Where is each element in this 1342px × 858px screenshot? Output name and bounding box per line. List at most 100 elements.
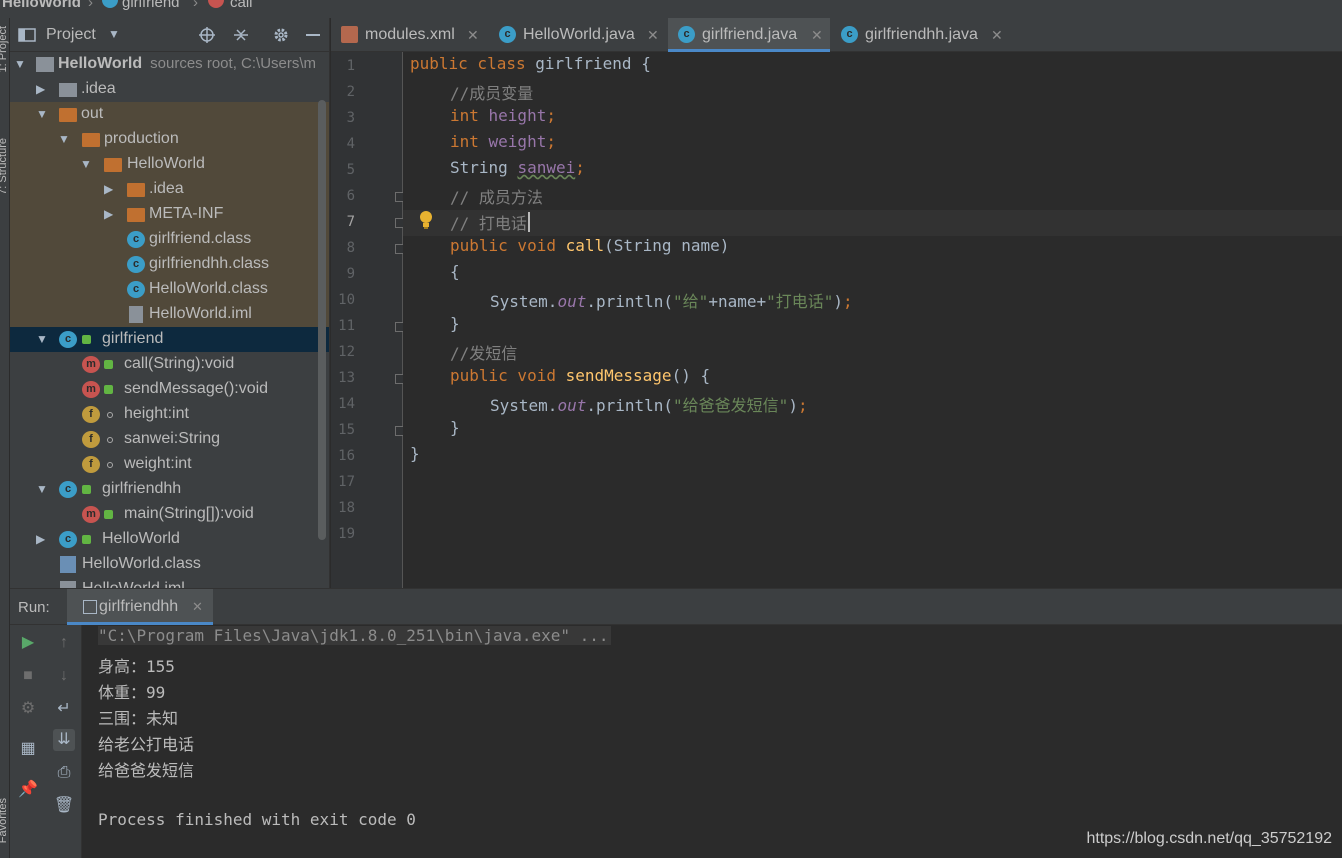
tree-item-label: girlfriend.class — [149, 230, 252, 247]
stop-icon[interactable]: ■ — [17, 665, 39, 687]
tree-item-helloworld-iml-root[interactable]: HelloWorld.iml — [10, 577, 329, 588]
lightbulb-icon[interactable] — [418, 210, 434, 230]
chevron-right-icon[interactable]: ▶ — [36, 532, 48, 546]
tree-item-idea[interactable]: ▶ .idea — [10, 77, 329, 102]
hide-panel-icon[interactable] — [304, 27, 322, 43]
tree-item-helloworld-out[interactable]: ▼ HelloWorld — [10, 152, 329, 177]
tree-item-label: HelloWorld.class — [82, 555, 201, 572]
binary-file-icon — [60, 556, 76, 573]
current-line-highlight — [403, 210, 1342, 236]
tree-item-girlfriend[interactable]: ▼ c girlfriend — [10, 327, 329, 352]
console-line: Process finished with exit code 0 — [98, 810, 416, 829]
chevron-right-icon[interactable]: ▶ — [104, 207, 116, 221]
run-tab-girlfriendhh[interactable]: girlfriendhh ✕ — [67, 589, 213, 625]
tree-item-helloworld-class-root[interactable]: HelloWorld.class — [10, 552, 329, 577]
tree-item-helloworld-class[interactable]: c HelloWorld.class — [10, 277, 329, 302]
chevron-down-icon[interactable]: ▼ — [36, 107, 48, 121]
arrow-up-icon[interactable]: ↑ — [53, 632, 75, 654]
tree-item-production[interactable]: ▼ production — [10, 127, 329, 152]
line-number: 5 — [346, 162, 355, 178]
line-number: 10 — [338, 292, 355, 308]
method-icon: m — [82, 506, 100, 523]
line-number: 14 — [338, 396, 355, 412]
package-private-icon — [107, 412, 113, 418]
tree-item-method-sendmessage[interactable]: m sendMessage():void — [10, 377, 329, 402]
code-line: public void sendMessage() { — [450, 366, 711, 385]
chevron-down-icon[interactable]: ▼ — [58, 132, 70, 146]
tab-modules-xml[interactable]: modules.xml ✕ — [331, 18, 487, 52]
tree-item-girlfriendhh-class[interactable]: c girlfriendhh.class — [10, 252, 329, 277]
tab-helloworld-java[interactable]: c HelloWorld.java ✕ — [489, 18, 665, 52]
tree-item-field-sanwei[interactable]: f sanwei:String — [10, 427, 329, 452]
xml-file-icon — [341, 26, 358, 43]
chevron-down-icon[interactable]: ▼ — [108, 27, 120, 41]
close-icon[interactable]: ✕ — [811, 27, 823, 44]
tree-item-root[interactable]: ▼ HelloWorld sources root, C:\Users\m — [10, 52, 329, 77]
line-number: 11 — [338, 318, 355, 334]
project-panel-header: Project ▼ — [10, 18, 329, 52]
favorites-tool-tab[interactable]: Favorites — [0, 798, 9, 843]
package-private-icon — [107, 437, 113, 443]
tab-girlfriend-java[interactable]: c girlfriend.java ✕ — [668, 18, 830, 52]
tree-item-method-main[interactable]: m main(String[]):void — [10, 502, 329, 527]
lock-icon — [104, 510, 113, 519]
tree-item-helloworld-iml[interactable]: HelloWorld.iml — [10, 302, 329, 327]
chevron-down-icon[interactable]: ▼ — [80, 157, 92, 171]
console-line: 给爸爸发短信 — [98, 761, 195, 780]
tree-item-method-call[interactable]: m call(String):void — [10, 352, 329, 377]
breadcrumb-class[interactable]: girlfriend — [122, 0, 180, 11]
tree-item-girlfriend-class[interactable]: c girlfriend.class — [10, 227, 329, 252]
run-tab-label: girlfriendhh — [99, 598, 179, 615]
tree-item-meta-inf[interactable]: ▶ META-INF — [10, 202, 329, 227]
gear-icon[interactable] — [272, 27, 290, 43]
collapse-all-icon[interactable] — [232, 27, 250, 43]
iml-file-icon — [129, 306, 143, 323]
code-line: // 成员方法 — [450, 188, 543, 207]
layout-icon[interactable]: ▦ — [17, 738, 39, 760]
close-icon[interactable]: ✕ — [647, 27, 659, 44]
soft-wrap-icon[interactable]: ↵ — [53, 698, 75, 720]
locate-icon[interactable] — [198, 27, 216, 43]
tree-item-label: HelloWorld — [102, 530, 180, 547]
arrow-down-icon[interactable]: ↓ — [53, 665, 75, 687]
scroll-to-end-icon[interactable]: ⇊ — [53, 729, 75, 751]
pin-icon[interactable]: 📌 — [17, 779, 39, 801]
tree-item-girlfriendhh[interactable]: ▼ c girlfriendhh — [10, 477, 329, 502]
field-icon: f — [82, 431, 100, 448]
structure-tool-tab[interactable]: 7: Structure — [0, 138, 9, 195]
rerun-icon[interactable]: ▶ — [17, 632, 39, 654]
tree-item-field-height[interactable]: f height:int — [10, 402, 329, 427]
debug-settings-icon[interactable]: ⚙ — [17, 698, 39, 720]
print-icon[interactable]: ⎙ — [53, 762, 75, 784]
trash-icon[interactable]: 🗑 — [53, 795, 75, 817]
tab-girlfriendhh-java[interactable]: c girlfriendhh.java ✕ — [831, 18, 1011, 52]
field-icon: f — [82, 456, 100, 473]
close-icon[interactable]: ✕ — [192, 599, 203, 615]
code-editor[interactable]: public class girlfriend { //成员变量 int hei… — [403, 52, 1342, 588]
chevron-down-icon[interactable]: ▼ — [36, 332, 48, 346]
chevron-right-icon[interactable]: ▶ — [36, 82, 48, 96]
tree-item-idea-out[interactable]: ▶ .idea — [10, 177, 329, 202]
tree-item-out[interactable]: ▼ out — [10, 102, 329, 127]
breadcrumb-method[interactable]: call — [230, 0, 253, 11]
console-output[interactable]: "C:\Program Files\Java\jdk1.8.0_251\bin\… — [98, 625, 1342, 858]
code-line: } — [450, 418, 460, 437]
run-toolbar-secondary: ↑ ↓ ↵ ⇊ ⎙ 🗑 — [46, 625, 82, 858]
project-panel-title[interactable]: Project — [46, 26, 96, 44]
chevron-right-icon[interactable]: ▶ — [104, 182, 116, 196]
java-class-icon: c — [841, 26, 858, 43]
lock-icon — [104, 360, 113, 369]
tree-item-helloworld[interactable]: ▶ c HelloWorld — [10, 527, 329, 552]
close-icon[interactable]: ✕ — [467, 27, 479, 44]
tree-item-field-weight[interactable]: f weight:int — [10, 452, 329, 477]
close-icon[interactable]: ✕ — [991, 27, 1003, 44]
project-scrollbar[interactable] — [318, 100, 326, 540]
tree-item-label: weight:int — [124, 455, 192, 472]
breadcrumb-project[interactable]: HelloWorld — [2, 0, 81, 11]
project-tool-tab[interactable]: 1: Project — [0, 26, 9, 72]
console-line: "C:\Program Files\Java\jdk1.8.0_251\bin\… — [98, 626, 611, 645]
chevron-down-icon[interactable]: ▼ — [14, 57, 26, 71]
line-number: 4 — [346, 136, 355, 152]
tree-item-label: out — [81, 105, 104, 122]
chevron-down-icon[interactable]: ▼ — [36, 482, 48, 496]
